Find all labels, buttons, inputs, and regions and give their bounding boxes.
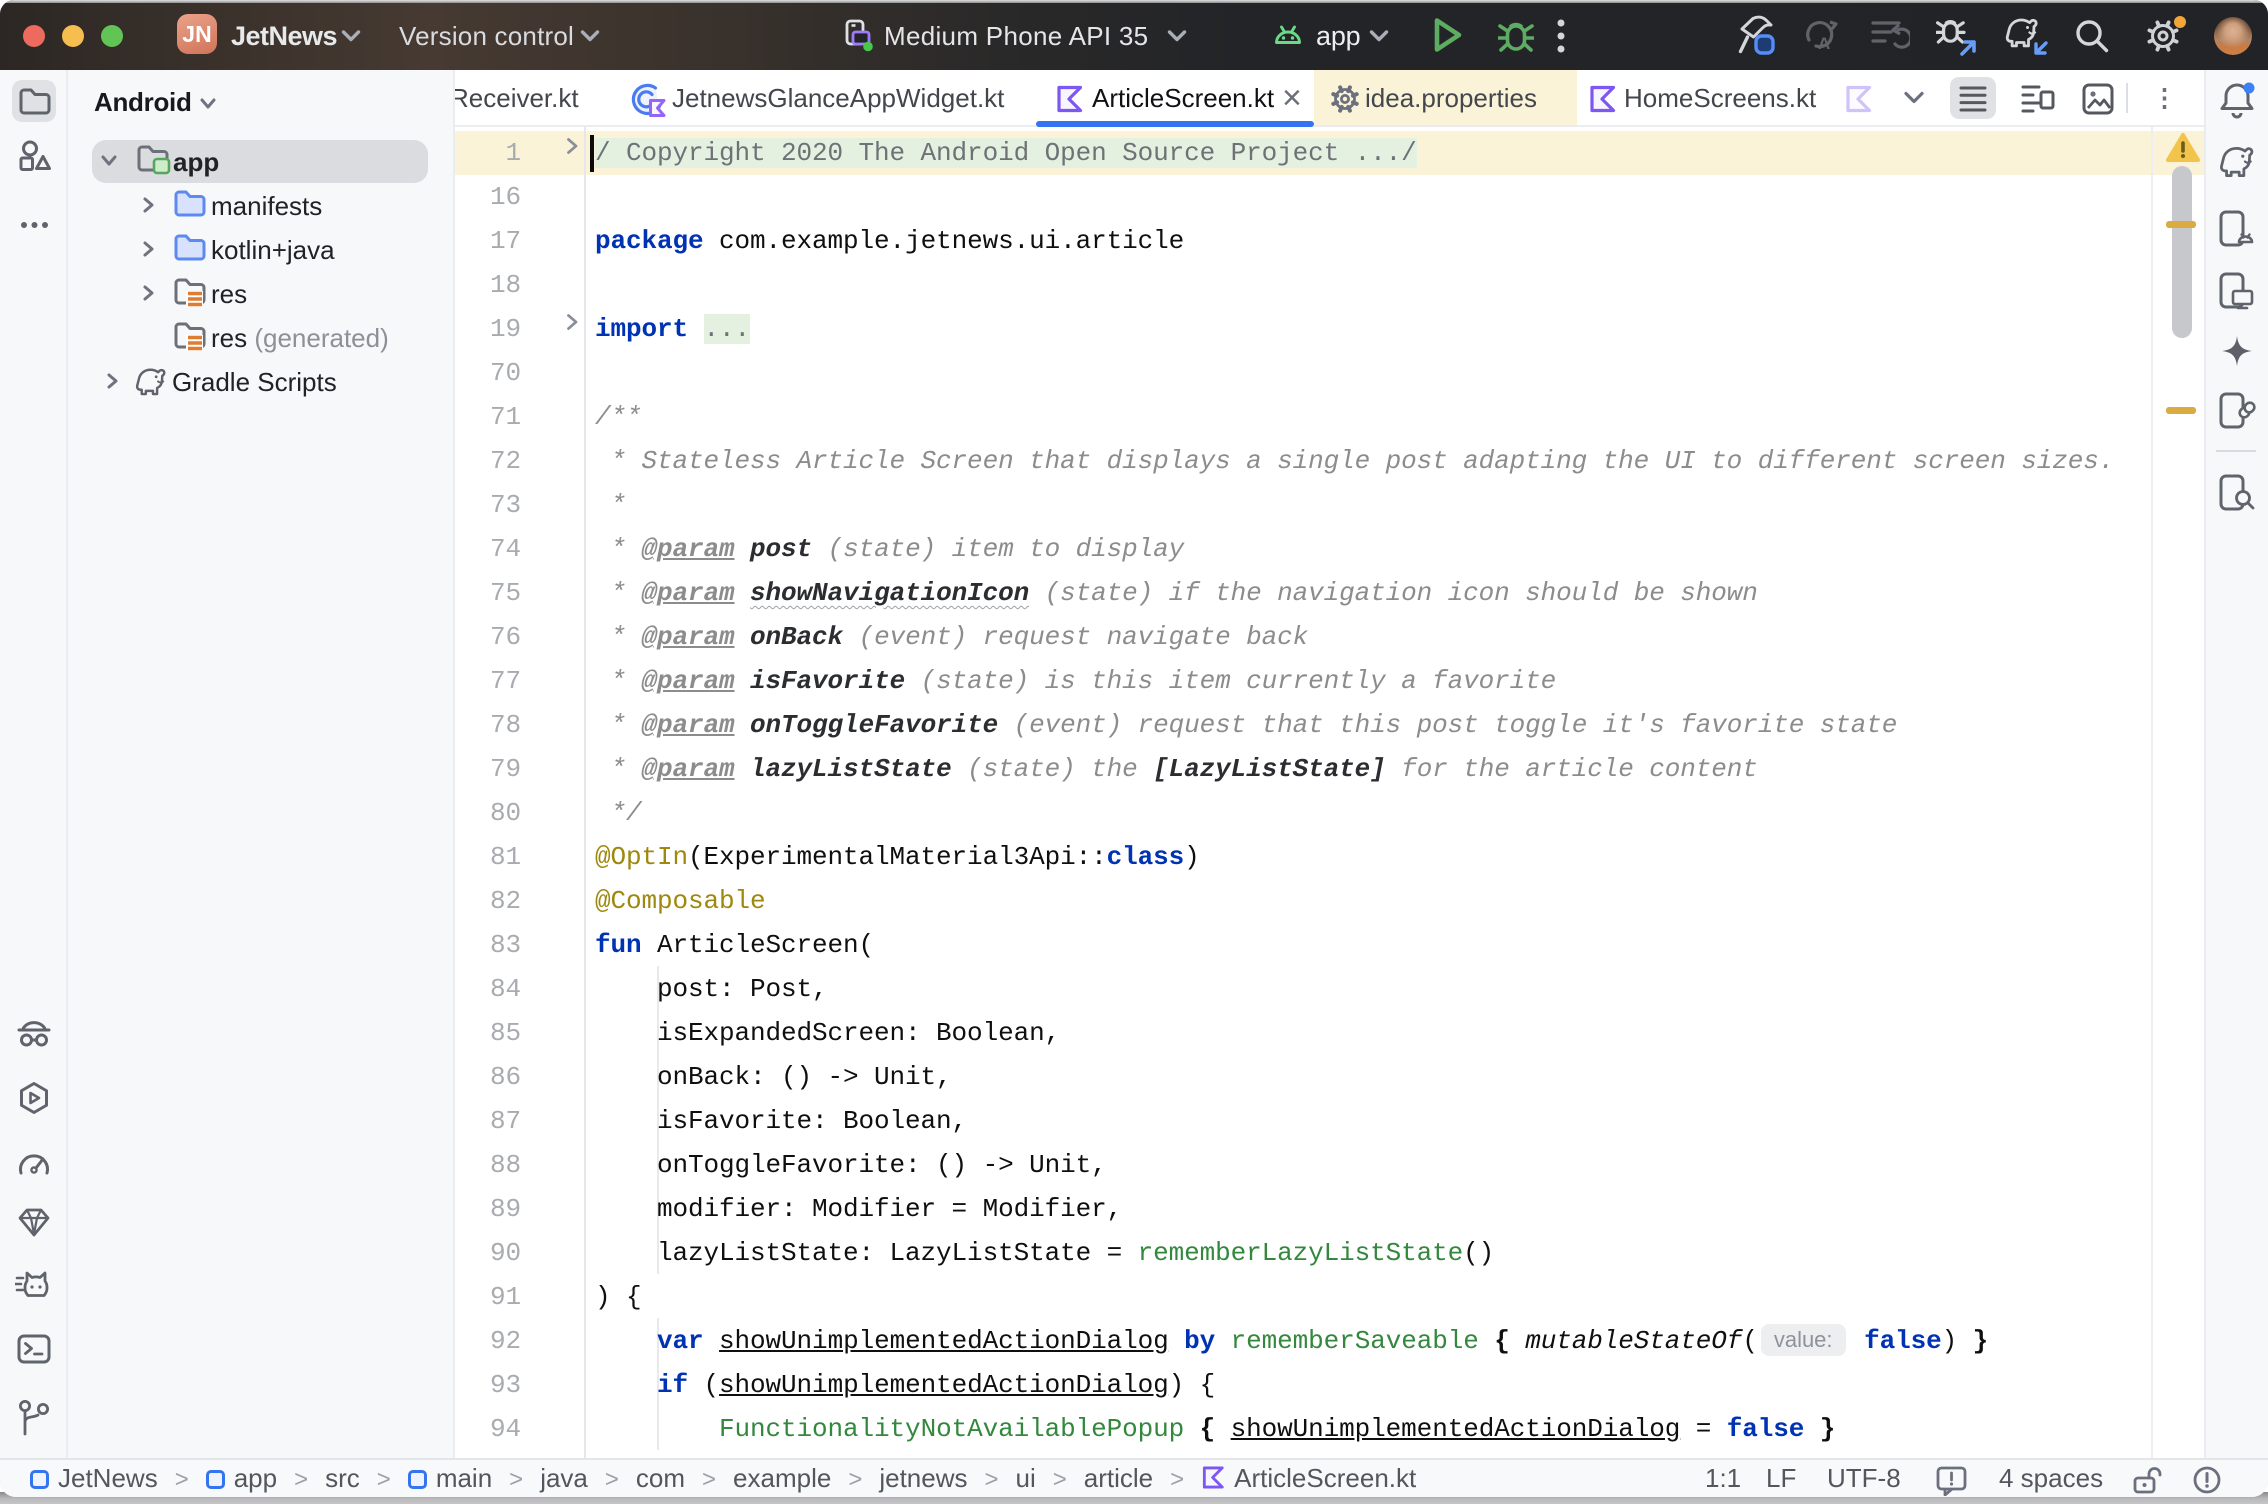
svg-text:A: A: [1818, 34, 1830, 53]
